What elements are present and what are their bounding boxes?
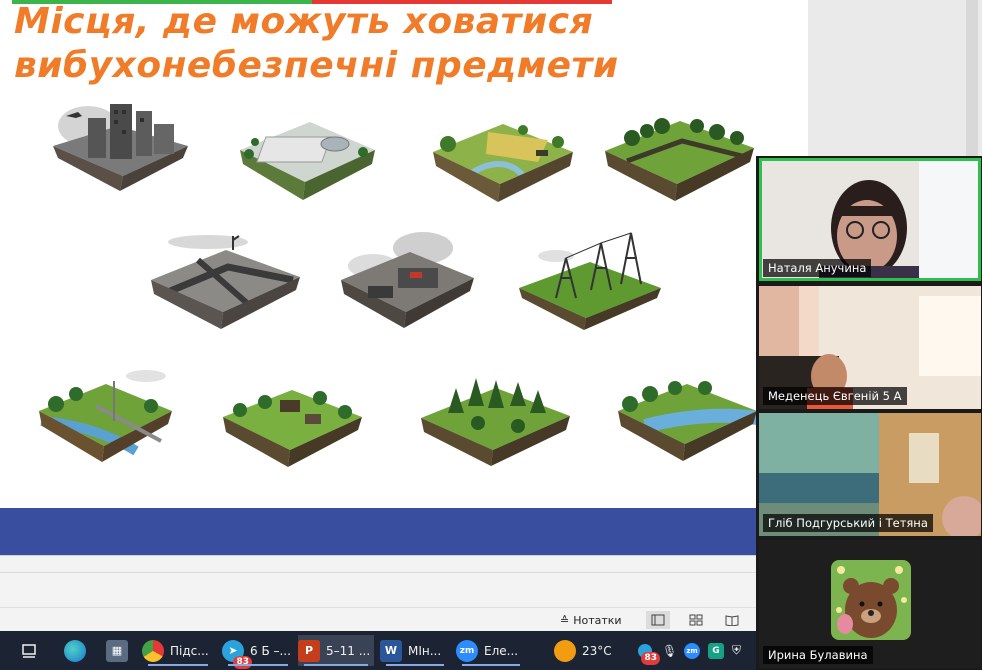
participant-tile[interactable]: Наталя Анучина	[759, 158, 981, 281]
notes-pane[interactable]	[0, 555, 756, 608]
slide-title-line1: Місця, де можуть ховатися	[14, 1, 594, 42]
grid-icon	[689, 614, 703, 626]
notes-button-label: Нотатки	[573, 613, 622, 627]
book-icon	[725, 615, 739, 626]
taskbar-item-telegram[interactable]: ➤ 83 6 Б –...	[222, 635, 294, 669]
dense-forest-illustration	[418, 368, 573, 468]
taskbar-item-label: МІн...	[408, 643, 442, 658]
participant-name: Меденець Євгеній 5 А	[763, 387, 907, 405]
unread-badge: 83	[233, 655, 252, 669]
forest-trench-illustration	[602, 106, 757, 206]
normal-view-icon	[651, 614, 665, 626]
zoom-icon: zm	[456, 639, 478, 662]
green-app-icon: G	[708, 642, 724, 659]
bridge-over-river-illustration	[36, 366, 176, 466]
weather-widget[interactable]: 23°C	[554, 635, 624, 666]
running-indicator	[228, 664, 288, 666]
video-participants-panel: Наталя Анучина Меденець Євгеній 5 А Гліб…	[756, 156, 982, 670]
edge-icon	[64, 639, 86, 662]
shield-icon: ⛨	[732, 643, 742, 657]
telegram-icon: ➤ 83	[222, 639, 252, 669]
chrome-icon	[142, 639, 164, 662]
participant-tile[interactable]: Меденець Євгеній 5 А	[759, 286, 981, 409]
telegram-tray-icon: 83	[638, 643, 660, 665]
running-indicator	[148, 664, 208, 666]
slide-footer-band	[0, 508, 756, 555]
stadium-illustration	[235, 112, 380, 207]
task-view-icon	[22, 643, 36, 658]
task-view-button[interactable]	[20, 635, 46, 666]
taskbar-item-label: Підс...	[170, 643, 209, 658]
taskbar-item-label: 6 Б –...	[250, 643, 291, 658]
village-illustration	[220, 372, 365, 470]
tray-badge: 83	[641, 651, 660, 665]
word-icon: W	[380, 639, 402, 662]
presentation-slide: Місця, де можуть ховатися вибухонебезпеч…	[0, 0, 808, 508]
taskbar-item-label: 5–11 ...	[326, 643, 371, 658]
windows-taskbar: ▦ Підс... ➤ 83 6 Б –... P 5–11 ... W МІн.…	[0, 631, 756, 670]
burning-building-illustration	[338, 228, 478, 333]
taskbar-item-zoom[interactable]: zm Еле...	[456, 635, 526, 666]
tray-telegram[interactable]: 83	[638, 635, 660, 666]
field-with-stream-illustration	[428, 112, 578, 207]
taskbar-item-chrome[interactable]: Підс...	[142, 635, 214, 666]
security-tray[interactable]: ⛨	[732, 635, 752, 666]
editor-side-area	[808, 0, 982, 160]
app-tray[interactable]: G	[708, 635, 728, 666]
participant-name: Ирина Булавина	[763, 646, 873, 664]
participant-name: Наталя Анучина	[763, 259, 872, 277]
edge-button[interactable]	[64, 635, 90, 666]
microphone-tray[interactable]: 🎙	[662, 635, 678, 666]
running-indicator	[386, 664, 444, 666]
vertical-scrollbar[interactable]	[966, 0, 978, 160]
cratered-road-illustration	[148, 232, 303, 332]
sun-icon	[554, 639, 576, 662]
slide-title-line2: вибухонебезпечні предмети	[14, 45, 619, 86]
participant-tile[interactable]: Ирина Булавина	[759, 540, 981, 668]
calculator-button[interactable]: ▦	[106, 635, 132, 666]
running-indicator	[462, 664, 520, 666]
taskbar-item-label: Еле...	[484, 643, 519, 658]
ruined-city-illustration	[48, 96, 193, 196]
powerpoint-icon: P	[298, 639, 320, 662]
running-indicator	[304, 664, 368, 666]
notes-icon: ≙	[560, 613, 570, 627]
weather-temperature: 23°C	[582, 643, 612, 658]
notes-toggle-button[interactable]: ≙ Нотатки	[560, 611, 622, 629]
notes-divider	[0, 572, 756, 573]
microphone-icon: 🎙	[662, 643, 678, 658]
taskbar-item-word[interactable]: W МІн...	[380, 635, 450, 666]
zoom-tray[interactable]: zm	[684, 635, 704, 666]
calculator-icon: ▦	[106, 639, 128, 662]
participant-tile[interactable]: Гліб Подгурський і Тетяна	[759, 413, 981, 536]
status-bar: ≙ Нотатки	[0, 607, 756, 632]
reading-view-button[interactable]	[720, 611, 744, 629]
participant-name: Гліб Подгурський і Тетяна	[763, 514, 933, 532]
normal-view-button[interactable]	[646, 611, 670, 629]
slide-sorter-button[interactable]	[684, 611, 708, 629]
zoom-tray-icon: zm	[684, 642, 700, 659]
riverbank-illustration	[615, 366, 760, 464]
power-lines-illustration	[516, 228, 664, 333]
slide-title: Місця, де можуть ховатися вибухонебезпеч…	[14, 0, 619, 88]
taskbar-item-powerpoint[interactable]: P 5–11 ...	[298, 635, 374, 666]
